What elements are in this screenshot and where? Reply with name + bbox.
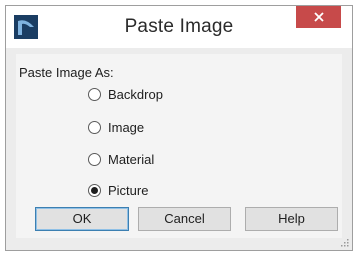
close-button[interactable] [296, 6, 341, 28]
radio-label: Picture [108, 182, 149, 198]
radio-label: Backdrop [108, 86, 163, 102]
paste-image-dialog: Paste Image Paste Image As: Backdrop Ima… [0, 0, 358, 257]
paste-as-label: Paste Image As: [19, 65, 114, 80]
close-icon [313, 12, 324, 22]
dialog-frame: Paste Image Paste Image As: Backdrop Ima… [5, 5, 353, 251]
radio-button[interactable] [88, 120, 101, 134]
radio-option-material[interactable]: Material [88, 150, 154, 168]
resize-grip-icon[interactable] [339, 237, 349, 247]
radio-button[interactable] [88, 87, 101, 101]
cancel-button[interactable]: Cancel [138, 207, 231, 231]
radio-option-backdrop[interactable]: Backdrop [88, 85, 163, 103]
radio-button[interactable] [88, 152, 101, 166]
title-bar[interactable]: Paste Image [6, 6, 352, 48]
radio-option-image[interactable]: Image [88, 118, 144, 136]
ok-button[interactable]: OK [35, 207, 129, 231]
help-button[interactable]: Help [245, 207, 338, 231]
radio-button-selected[interactable] [88, 183, 101, 197]
radio-label: Material [108, 151, 155, 167]
radio-option-picture[interactable]: Picture [88, 181, 148, 199]
dialog-content: Paste Image As: Backdrop Image Material … [16, 54, 342, 238]
radio-label: Image [108, 119, 145, 135]
